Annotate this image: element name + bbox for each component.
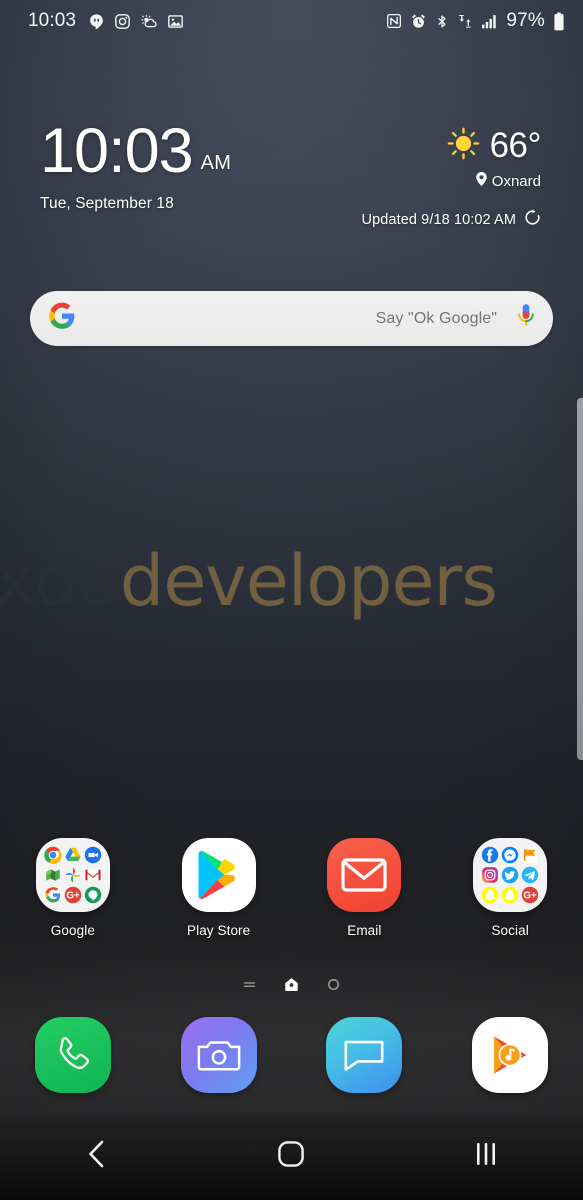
messages-icon[interactable] (326, 1017, 403, 1093)
status-bar-right: 97% (386, 10, 565, 32)
weather-widget[interactable]: 66° Oxnard (447, 126, 542, 190)
dock-item-camera[interactable] (146, 1012, 292, 1098)
page-dot-home[interactable] (283, 976, 300, 998)
sunny-icon (447, 127, 480, 165)
app-label-social: Social (491, 923, 529, 938)
clock-widget[interactable]: 10:03 AM Tue, September 18 (40, 116, 232, 213)
alarm-icon (410, 13, 427, 30)
instagram-app-icon (481, 866, 499, 884)
svg-text:G+: G+ (66, 891, 80, 902)
search-placeholder[interactable]: Say "Ok Google" (76, 310, 515, 328)
app-email[interactable]: Email (292, 838, 438, 948)
home-screen: xdadevelopers 10:03 97% 10:03 AM Tue, Se… (0, 0, 583, 1200)
gmail-icon (84, 866, 102, 884)
clock-time-row: 10:03 AM (40, 116, 232, 186)
clock-date: Tue, September 18 (40, 194, 174, 212)
messenger-icon (501, 846, 519, 864)
folder-preview: G+ (473, 838, 548, 912)
home-square-icon[interactable] (276, 1139, 306, 1174)
battery-percentage: 97% (506, 10, 545, 31)
photos-icon (64, 866, 82, 884)
app-label-google: Google (50, 923, 95, 938)
play-store-icon[interactable] (181, 838, 256, 912)
edge-panel-handle[interactable] (577, 398, 583, 760)
mobile-data-icon (457, 13, 473, 30)
flag-icon (521, 846, 539, 864)
social-folder-icon[interactable]: G+ (473, 838, 548, 912)
page-dot-list[interactable] (242, 977, 257, 997)
twitter-icon (501, 866, 519, 884)
google-app-icon (44, 886, 62, 904)
dock-item-phone[interactable] (0, 1012, 146, 1098)
microphone-icon[interactable] (515, 303, 537, 334)
camera-icon[interactable] (180, 1017, 257, 1093)
location-pin-icon (476, 172, 487, 190)
gallery-icon (167, 13, 184, 30)
dock-item-messages[interactable] (292, 1012, 438, 1098)
app-label-play-store: Play Store (186, 923, 251, 938)
app-grid-row: G+ Google Play Store Email G+ Social (0, 838, 583, 948)
refresh-icon[interactable] (524, 209, 541, 230)
navigation-bar (0, 1112, 583, 1200)
weather-updated-text: Updated 9/18 10:02 AM (361, 211, 516, 228)
folder-preview: G+ (35, 838, 110, 912)
dock (0, 1012, 583, 1098)
drive-icon (64, 846, 82, 864)
instagram-icon (114, 13, 131, 30)
status-bar-clock: 10:03 (28, 10, 77, 31)
weather-updated-row[interactable]: Updated 9/18 10:02 AM (362, 209, 541, 230)
telegram-icon (521, 866, 539, 884)
weather-notification-icon (140, 13, 158, 30)
maps-icon (44, 866, 62, 884)
snapchat-icon (501, 886, 519, 904)
duo-icon (84, 846, 102, 864)
hangouts-app-icon (84, 886, 102, 904)
home-button[interactable] (194, 1139, 388, 1174)
google-g-icon[interactable] (48, 302, 76, 335)
google-plus-icon: G+ (64, 886, 82, 904)
chevron-left-icon[interactable] (84, 1138, 110, 1175)
watermark-xda: xda (0, 540, 121, 622)
signal-bars-icon (481, 14, 498, 29)
back-button[interactable] (0, 1138, 194, 1175)
google-search-bar[interactable]: Say "Ok Google" (30, 291, 553, 346)
email-icon[interactable] (327, 838, 402, 912)
status-bar-left: 10:03 (28, 10, 184, 32)
snapchat-icon (481, 886, 499, 904)
facebook-icon (481, 846, 499, 864)
watermark-developers: developers (119, 540, 498, 622)
app-folder-social[interactable]: G+ Social (437, 838, 583, 948)
page-dot-circle[interactable] (326, 977, 341, 997)
svg-text:G+: G+ (523, 891, 537, 902)
app-label-email: Email (347, 923, 382, 938)
chrome-icon (44, 846, 62, 865)
bluetooth-icon (435, 13, 449, 30)
xda-developers-watermark: xdadevelopers (0, 546, 583, 616)
google-plus-icon: G+ (521, 886, 539, 904)
phone-icon[interactable] (34, 1017, 111, 1093)
clock-meridiem: AM (200, 151, 232, 174)
weather-location-row: Oxnard (447, 172, 541, 190)
weather-temperature: 66° (489, 126, 542, 165)
battery-icon (553, 11, 565, 31)
play-music-icon[interactable] (472, 1017, 549, 1093)
weather-location: Oxnard (491, 172, 541, 190)
clock-time: 10:03 (40, 116, 194, 186)
hangouts-icon (88, 13, 105, 30)
recents-button[interactable] (389, 1140, 583, 1173)
nfc-icon (386, 13, 402, 29)
app-folder-google[interactable]: G+ Google (0, 838, 146, 948)
recents-bars-icon[interactable] (473, 1140, 499, 1173)
status-bar[interactable]: 10:03 97% (0, 0, 583, 42)
page-indicator (0, 975, 583, 999)
weather-main-row: 66° (447, 126, 542, 166)
app-play-store[interactable]: Play Store (146, 838, 292, 948)
google-folder-icon[interactable]: G+ (35, 838, 110, 912)
dock-item-play-music[interactable] (437, 1012, 583, 1098)
